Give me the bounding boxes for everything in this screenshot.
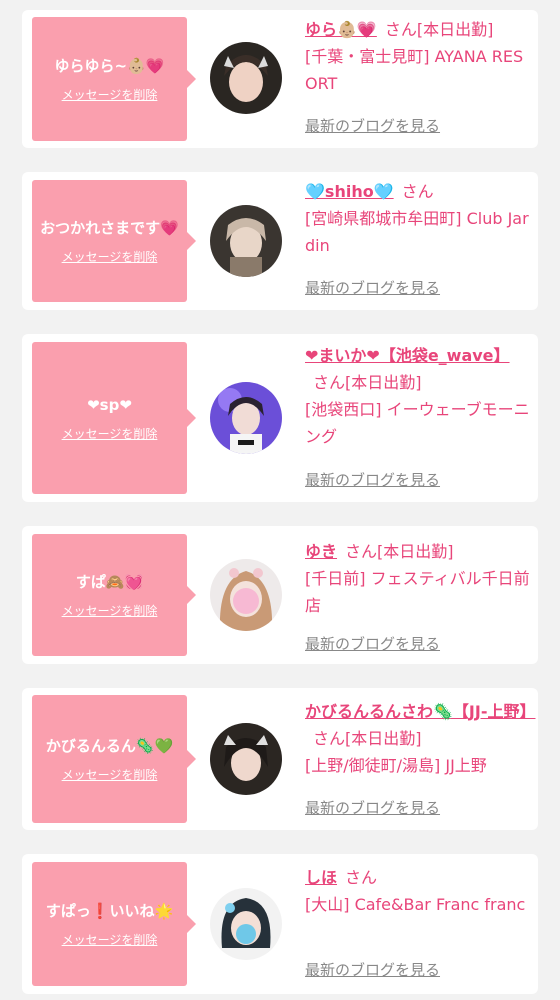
sender-info: しほ さん [大山] Cafe&Bar Franc franc (305, 864, 533, 918)
sender-info: ゆき さん[本日出勤] [千日前] フェスティバル千日前店 (305, 538, 533, 619)
message-card: ゆらゆら~👶🏼💗 メッセージを削除 ゆら👶🏼💗 さん[本日出勤] [千葉・富士見町… (22, 10, 538, 148)
san-label: さん (313, 373, 346, 392)
message-text: すぱっ❗️いいね🌟 (45, 902, 174, 920)
delete-message-link[interactable]: メッセージを削除 (62, 249, 158, 265)
avatar[interactable] (210, 205, 282, 277)
message-card: すぱっ❗️いいね🌟 メッセージを削除 しほ さん [大山] Cafe&Bar Fr… (22, 854, 538, 994)
shop-info: [千日前] フェスティバル千日前店 (305, 569, 530, 615)
sender-info: ゆら👶🏼💗 さん[本日出勤] [千葉・富士見町] AYANA RESORT (305, 16, 533, 97)
san-label: さん (345, 868, 378, 887)
avatar[interactable] (210, 42, 282, 114)
sender-name-link[interactable]: ❤まいか❤【池袋e_wave】 (305, 346, 510, 365)
message-bubble: ❤sp❤ メッセージを削除 (32, 342, 196, 494)
sender-name-link[interactable]: しほ (305, 868, 337, 887)
message-bubble: すぱっ❗️いいね🌟 メッセージを削除 (32, 862, 196, 986)
status-badge: [本日出勤] (345, 729, 422, 748)
latest-blog-link[interactable]: 最新のブログを見る (305, 634, 440, 654)
shop-info: [池袋西口] イーウェーブモーニング (305, 400, 530, 446)
sender-info: かびるんるんさわ🦠【JJ-上野】さん[本日出勤] [上野/御徒町/湯島] JJ上… (305, 698, 535, 779)
sender-info: 🩵shiho🩵 さん [宮崎県都城市牟田町] Club Jardin (305, 178, 533, 259)
shop-info: [上野/御徒町/湯島] JJ上野 (305, 756, 487, 775)
latest-blog-link[interactable]: 最新のブログを見る (305, 960, 440, 980)
sender-info: ❤まいか❤【池袋e_wave】さん[本日出勤] [池袋西口] イーウェーブモーニ… (305, 342, 533, 450)
status-badge: [本日出勤] (345, 373, 422, 392)
message-text: すぱ🙈💓 (75, 573, 144, 591)
avatar[interactable] (210, 382, 282, 454)
shop-info: [大山] Cafe&Bar Franc franc (305, 895, 526, 914)
avatar[interactable] (210, 888, 282, 960)
shop-info: [宮崎県都城市牟田町] Club Jardin (305, 209, 529, 255)
delete-message-link[interactable]: メッセージを削除 (62, 932, 158, 948)
message-text: ❤sp❤ (87, 396, 132, 414)
avatar[interactable] (210, 559, 282, 631)
latest-blog-link[interactable]: 最新のブログを見る (305, 116, 440, 136)
message-bubble: すぱ🙈💓 メッセージを削除 (32, 534, 196, 656)
message-card: かびるんるん🦠💚 メッセージを削除 かびるんるんさわ🦠【JJ-上野】さん[本日出… (22, 688, 538, 830)
san-label: さん (345, 542, 378, 561)
delete-message-link[interactable]: メッセージを削除 (62, 603, 158, 619)
message-card: ❤sp❤ メッセージを削除 ❤まいか❤【池袋e_wave】さん[本日出勤] [池… (22, 334, 538, 502)
sender-name-link[interactable]: かびるんるんさわ🦠【JJ-上野】 (305, 702, 535, 721)
message-card: おつかれさまです💗 メッセージを削除 🩵shiho🩵 さん [宮崎県都城市牟田町]… (22, 172, 538, 310)
message-text: おつかれさまです💗 (40, 219, 179, 237)
sender-name-link[interactable]: ゆら👶🏼💗 (305, 20, 377, 39)
san-label: さん (401, 182, 434, 201)
message-bubble: ゆらゆら~👶🏼💗 メッセージを削除 (32, 17, 196, 141)
avatar[interactable] (210, 723, 282, 795)
sender-name-link[interactable]: ゆき (305, 542, 337, 561)
status-badge: [本日出勤] (377, 542, 454, 561)
message-text: ゆらゆら~👶🏼💗 (54, 57, 165, 75)
delete-message-link[interactable]: メッセージを削除 (62, 87, 158, 103)
sender-name-link[interactable]: 🩵shiho🩵 (305, 182, 394, 201)
shop-info: [千葉・富士見町] AYANA RESORT (305, 47, 524, 93)
message-text: かびるんるん🦠💚 (45, 737, 174, 755)
san-label: さん (384, 20, 417, 39)
status-badge: [本日出勤] (416, 20, 494, 39)
delete-message-link[interactable]: メッセージを削除 (62, 767, 158, 783)
latest-blog-link[interactable]: 最新のブログを見る (305, 470, 440, 490)
san-label: さん (313, 729, 346, 748)
latest-blog-link[interactable]: 最新のブログを見る (305, 278, 440, 298)
message-bubble: かびるんるん🦠💚 メッセージを削除 (32, 695, 196, 823)
latest-blog-link[interactable]: 最新のブログを見る (305, 798, 440, 818)
delete-message-link[interactable]: メッセージを削除 (62, 426, 158, 442)
message-card: すぱ🙈💓 メッセージを削除 ゆき さん[本日出勤] [千日前] フェスティバル千日… (22, 526, 538, 664)
message-bubble: おつかれさまです💗 メッセージを削除 (32, 180, 196, 302)
